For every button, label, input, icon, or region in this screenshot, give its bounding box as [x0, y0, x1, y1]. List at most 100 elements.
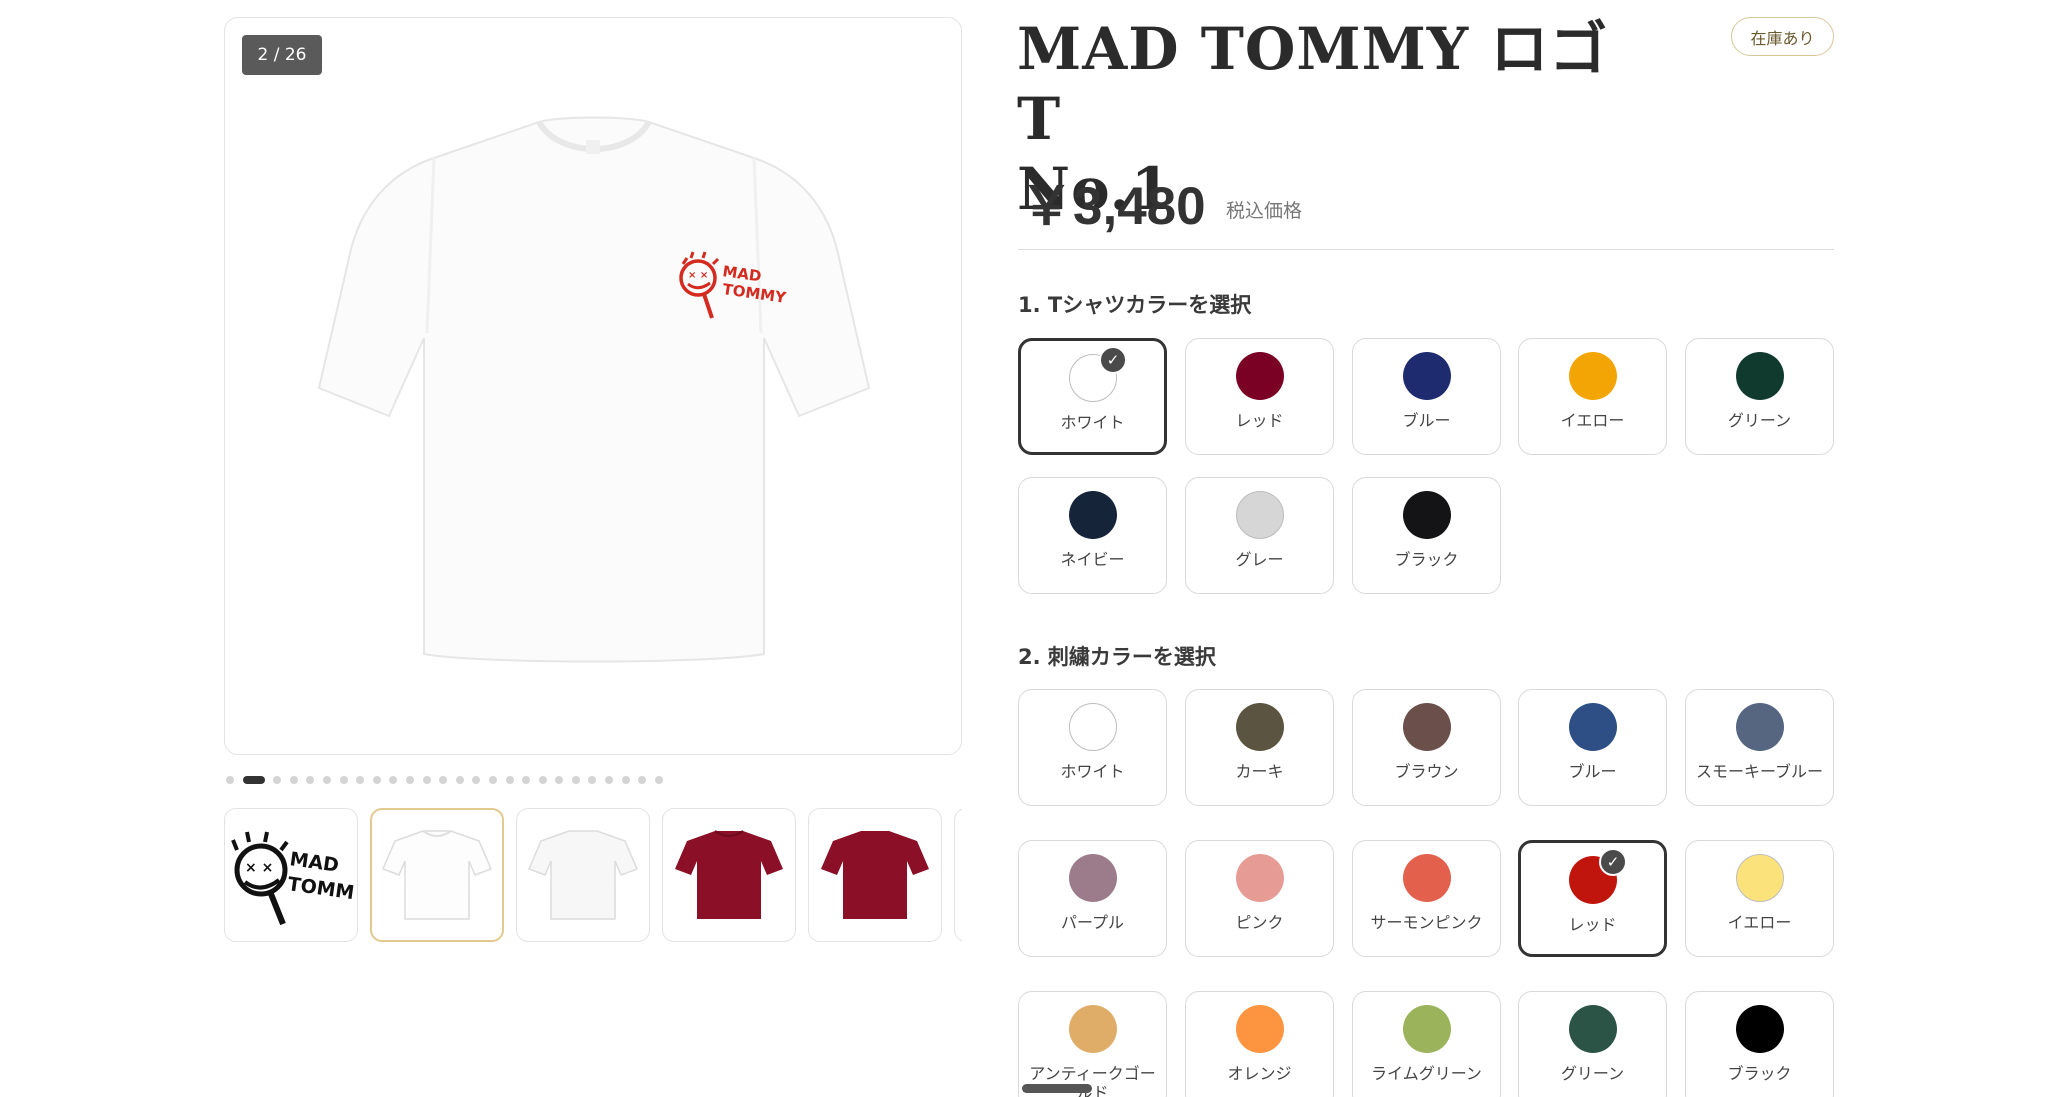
pagination-dot[interactable] — [422, 776, 431, 784]
color-circle — [1402, 491, 1451, 539]
swatch-label: サーモンピンク — [1370, 913, 1483, 932]
thumb-logo-text-1: MAD — [288, 848, 340, 877]
product-main-image[interactable]: 2 / 26 × × MAD TOMMY — [224, 17, 962, 755]
embroidery-color-swatch[interactable]: サーモンピンク — [1352, 840, 1501, 957]
shirt-color-swatch[interactable]: ブラック — [1352, 477, 1501, 594]
tshirt-thumb-icon — [821, 831, 929, 919]
swatch-label: イエロー — [1560, 411, 1625, 430]
scrollbar-thumb[interactable] — [1022, 1084, 1092, 1093]
pagination-dot[interactable] — [555, 776, 564, 784]
divider — [1018, 249, 1834, 250]
color-circle — [1735, 1005, 1784, 1053]
pagination-dot[interactable] — [621, 776, 630, 784]
shirt-color-swatch[interactable]: ネイビー — [1018, 477, 1167, 594]
mad-tommy-logo-icon: × × MAD TOMMY — [231, 831, 355, 926]
svg-text:× ×: × × — [245, 860, 273, 876]
color-circle — [1402, 703, 1451, 751]
thumbnail-partial[interactable] — [954, 808, 962, 942]
pagination-dot[interactable] — [571, 776, 580, 784]
svg-text:× ×: × × — [688, 270, 708, 281]
embroidery-color-swatch[interactable]: ブラック — [1685, 991, 1834, 1097]
pagination-dot[interactable] — [638, 776, 647, 784]
swatch-label: ブラック — [1394, 550, 1459, 569]
pagination-dot[interactable] — [289, 776, 298, 784]
color-circle — [1235, 1005, 1284, 1053]
shirt-color-swatch[interactable]: ホワイト ✓ — [1018, 338, 1167, 455]
pagination-dot[interactable] — [522, 776, 531, 784]
swatch-label: スモーキーブルー — [1695, 762, 1824, 781]
gallery-pagination[interactable] — [226, 776, 663, 784]
swatch-label: グリーン — [1727, 411, 1792, 430]
embroidery-color-swatch[interactable]: ライムグリーン — [1352, 991, 1501, 1097]
embroidery-color-label: 2. 刺繍カラーを選択 — [1018, 645, 1216, 669]
product-price: ￥3,480 — [1020, 177, 1206, 236]
color-circle — [1068, 491, 1117, 539]
embroidery-color-swatch[interactable]: アンティークゴールド — [1018, 991, 1167, 1097]
embroidery-color-swatch[interactable]: ホワイト — [1018, 689, 1167, 806]
thumbnail-red-back[interactable] — [808, 808, 942, 942]
swatch-label: ネイビー — [1060, 550, 1125, 569]
embroidery-color-swatch[interactable]: グリーン — [1518, 991, 1667, 1097]
pagination-dot[interactable] — [242, 776, 265, 784]
tshirt-thumb-icon — [528, 830, 638, 920]
pagination-dot[interactable] — [389, 776, 398, 784]
embroidery-color-swatch[interactable]: レッド ✓ — [1518, 840, 1667, 957]
pagination-dot[interactable] — [455, 776, 464, 784]
swatch-label: ピンク — [1235, 913, 1284, 932]
embroidery-color-swatch[interactable]: パープル — [1018, 840, 1167, 957]
shirt-color-swatch[interactable]: イエロー — [1518, 338, 1667, 455]
pagination-dot[interactable] — [226, 776, 234, 784]
swatch-label: グレー — [1235, 550, 1284, 569]
color-circle — [1235, 854, 1284, 902]
pagination-dot[interactable] — [356, 776, 365, 784]
tax-note: 税込価格 — [1226, 200, 1303, 222]
pagination-dot[interactable] — [339, 776, 348, 784]
pagination-dot[interactable] — [405, 776, 414, 784]
pagination-dot[interactable] — [273, 776, 282, 784]
color-circle — [1068, 703, 1117, 751]
embroidery-color-swatch[interactable]: カーキ — [1185, 689, 1334, 806]
shirt-color-swatch[interactable]: グレー — [1185, 477, 1334, 594]
pagination-dot[interactable] — [322, 776, 331, 784]
shirt-color-swatch[interactable]: ブルー — [1352, 338, 1501, 455]
thumbnail-strip[interactable]: × × MAD TOMMY — [224, 808, 962, 944]
color-circle — [1235, 491, 1284, 539]
color-circle — [1235, 352, 1284, 400]
image-counter: 2 / 26 — [242, 35, 322, 75]
color-circle — [1235, 703, 1284, 751]
embroidery-color-swatch[interactable]: オレンジ — [1185, 991, 1334, 1097]
thumbnail-white-back[interactable] — [516, 808, 650, 942]
pagination-dot[interactable] — [538, 776, 547, 784]
product-title-line1: MAD TOMMY ロゴT — [1017, 15, 1609, 153]
embroidery-color-swatch[interactable]: イエロー — [1685, 840, 1834, 957]
embroidery-color-swatch[interactable]: ピンク — [1185, 840, 1334, 957]
pagination-dot[interactable] — [505, 776, 514, 784]
pagination-dot[interactable] — [372, 776, 381, 784]
swatch-label: ブラウン — [1394, 762, 1459, 781]
pagination-dot[interactable] — [488, 776, 497, 784]
pagination-dot[interactable] — [306, 776, 315, 784]
swatch-label: ライムグリーン — [1371, 1064, 1482, 1083]
pagination-dot[interactable] — [439, 776, 448, 784]
embroidery-color-swatch[interactable]: ブルー — [1518, 689, 1667, 806]
pagination-dot[interactable] — [588, 776, 597, 784]
pagination-dot[interactable] — [605, 776, 614, 784]
embroidery-color-swatch[interactable]: スモーキーブルー — [1685, 689, 1834, 806]
swatch-label: レッド — [1235, 411, 1284, 430]
embroidery-color-swatch[interactable]: ブラウン — [1352, 689, 1501, 806]
swatch-label: イエロー — [1727, 913, 1792, 932]
tshirt-image: × × MAD TOMMY — [317, 116, 871, 663]
thumbnail-white-front[interactable] — [370, 808, 504, 942]
tshirt-thumb-icon — [675, 830, 783, 919]
shirt-color-swatch[interactable]: グリーン — [1685, 338, 1834, 455]
shirt-color-swatch[interactable]: レッド — [1185, 338, 1334, 455]
color-circle — [1735, 854, 1784, 902]
swatch-label: ホワイト — [1060, 762, 1125, 781]
pagination-dot[interactable] — [654, 776, 663, 784]
color-circle — [1735, 703, 1784, 751]
color-circle — [1402, 854, 1451, 902]
thumbnail-red-front[interactable] — [662, 808, 796, 942]
pagination-dot[interactable] — [472, 776, 481, 784]
swatch-label: オレンジ — [1227, 1064, 1292, 1083]
thumbnail-logo[interactable]: × × MAD TOMMY — [224, 808, 358, 942]
